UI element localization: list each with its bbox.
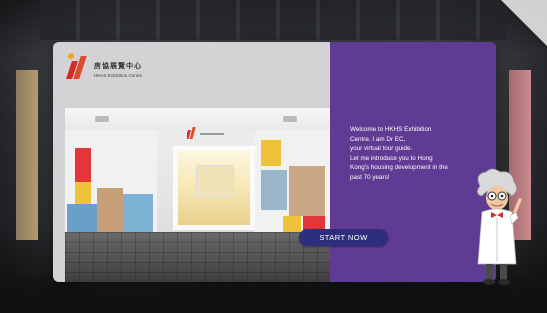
start-now-button[interactable]: START NOW (299, 229, 388, 246)
welcome-line: Welcome to HKHS Exhibition (350, 126, 432, 133)
logo-english-name: HKHS Exhibition Centre (94, 73, 143, 78)
welcome-line: your virtual tour guide. (350, 145, 413, 153)
logo-chinese-name: 房協展覽中心 (94, 63, 142, 70)
ceiling-beam (40, 0, 507, 40)
exhibition-doorway (173, 146, 255, 230)
welcome-line: Centre. I am Dr EC, (350, 135, 406, 143)
photo-floor (65, 232, 330, 282)
dialog-image-panel: 房協展覽中心 HKHS Exhibition Centre (53, 42, 330, 282)
hkhs-logo: 房協展覽中心 HKHS Exhibition Centre (65, 52, 142, 80)
door-sign-logo (187, 127, 224, 139)
welcome-dialog: 房協展覽中心 HKHS Exhibition Centre Welcome to… (53, 42, 496, 282)
hkhs-logo-icon (65, 52, 91, 80)
exhibition-entrance-photo (65, 108, 330, 282)
scientist-guide-character (477, 168, 522, 285)
welcome-line: Let me introduce you to Hong (350, 154, 433, 162)
corner-fold (501, 0, 547, 46)
hall-floor (0, 277, 547, 313)
hall-pillar-left (16, 70, 38, 240)
